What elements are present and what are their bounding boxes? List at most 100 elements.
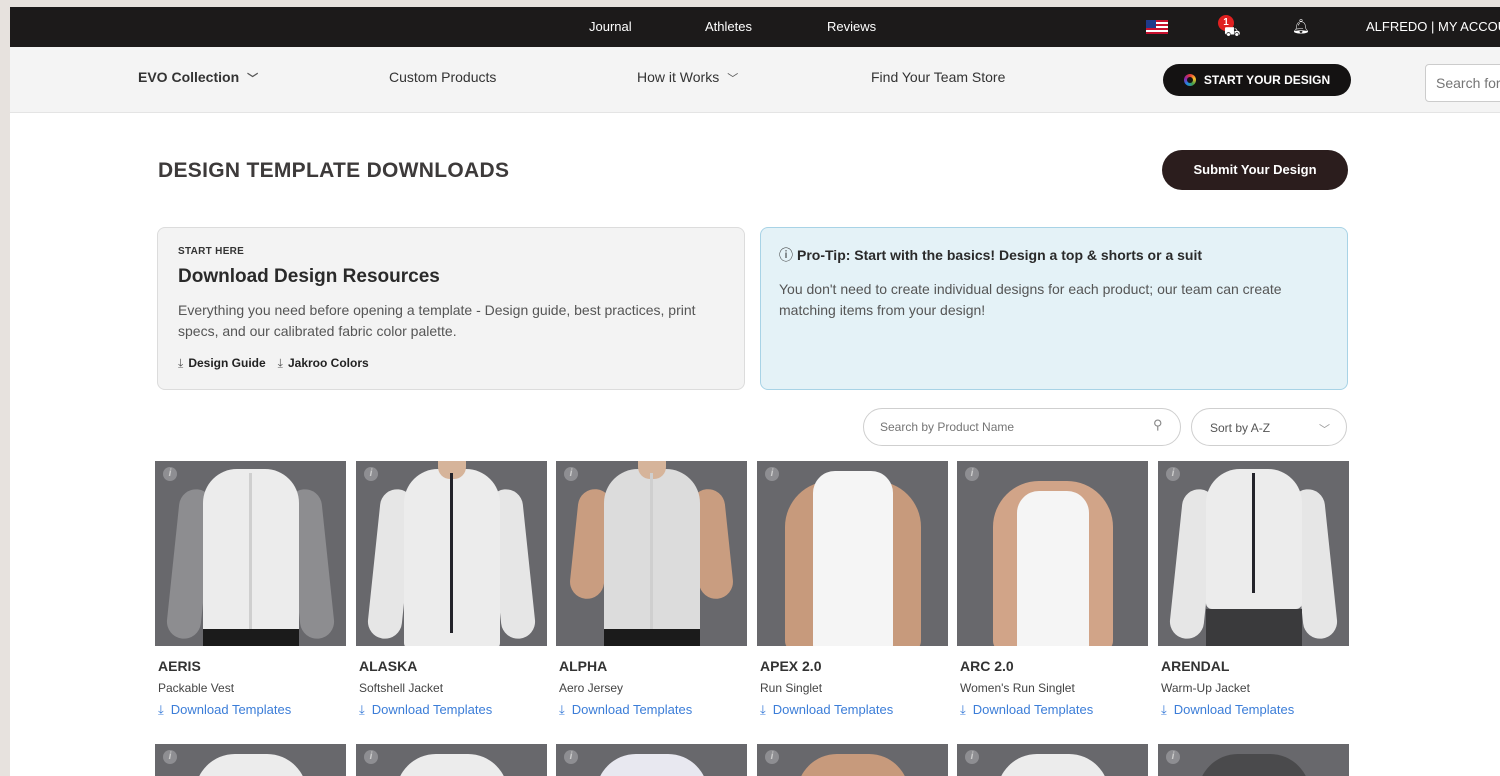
download-templates-link[interactable]: ⤓ Download Templates <box>158 702 346 718</box>
product-image[interactable]: i <box>556 461 747 646</box>
product-card[interactable]: i ALASKA Softshell Jacket ⤓ Download Temp… <box>356 461 547 718</box>
product-image[interactable]: i <box>1158 744 1349 776</box>
garment-pants-shape <box>1206 609 1302 646</box>
jakroo-colors-label: Jakroo Colors <box>287 356 369 370</box>
pro-tip-card: ⓘ Pro-Tip: Start with the basics! Design … <box>760 227 1348 390</box>
account-link[interactable]: ALFREDO | MY ACCOUNT <box>1366 19 1500 34</box>
download-icon: ⤓ <box>359 702 365 717</box>
nav-item-how-it-works[interactable]: How it Works ﹀ <box>637 69 738 86</box>
design-resources-card: START HERE Download Design Resources Eve… <box>157 227 745 390</box>
product-name: ARENDAL <box>1161 658 1230 674</box>
download-icon: ⤓ <box>158 702 164 717</box>
download-templates-link[interactable]: ⤓ Download Templates <box>1161 702 1349 718</box>
resources-kicker: START HERE <box>178 246 245 257</box>
chevron-down-icon: ﹀ <box>727 73 739 85</box>
bell-icon[interactable]: 🔔︎ <box>1292 18 1310 35</box>
download-templates-label: Download Templates <box>772 702 894 717</box>
nav-item-label: How it Works <box>637 69 720 85</box>
download-templates-label: Download Templates <box>371 702 493 717</box>
design-guide-link[interactable]: ⤓ Design Guide <box>178 356 266 371</box>
product-name: APEX 2.0 <box>760 658 822 674</box>
product-type: Softshell Jacket <box>359 681 444 695</box>
product-card[interactable]: i AERIS Packable Vest ⤓ Download Template… <box>155 461 346 718</box>
product-image[interactable]: i <box>957 744 1148 776</box>
info-icon[interactable]: i <box>564 750 578 764</box>
site-search-input[interactable] <box>1425 64 1500 102</box>
sort-select-value: Sort by A-Z <box>1210 421 1271 435</box>
info-icon[interactable]: i <box>364 750 378 764</box>
product-type: Run Singlet <box>760 681 823 695</box>
product-image[interactable]: i <box>1158 461 1349 646</box>
info-icon[interactable]: i <box>1166 750 1180 764</box>
topbar-link-journal[interactable]: Journal <box>589 19 632 34</box>
product-image[interactable]: i <box>556 744 747 776</box>
browser-viewport: Journal Athletes Reviews 1 ⛟ 🔔︎ ALFREDO … <box>0 0 1500 776</box>
nav-item-label: Custom Products <box>389 69 497 85</box>
cart-glyph-icon: ⛟ <box>1224 24 1241 39</box>
product-search-input[interactable] <box>863 408 1181 446</box>
garment-zip-shape <box>1252 473 1255 593</box>
download-templates-label: Download Templates <box>1173 702 1295 717</box>
info-icon[interactable]: i <box>564 467 578 481</box>
pro-tip-title: ⓘ Pro-Tip: Start with the basics! Design … <box>779 245 1202 265</box>
product-type: Aero Jersey <box>559 681 624 695</box>
submit-design-button[interactable]: Submit Your Design <box>1162 150 1348 190</box>
product-type: Packable Vest <box>158 681 235 695</box>
product-card[interactable]: i APEX 2.0 Run Singlet ⤓ Download Templat… <box>757 461 948 718</box>
download-templates-link[interactable]: ⤓ Download Templates <box>960 702 1148 718</box>
download-templates-label: Download Templates <box>972 702 1094 717</box>
garment-body-shape <box>396 754 508 776</box>
product-image[interactable]: i <box>957 461 1148 646</box>
download-templates-link[interactable]: ⤓ Download Templates <box>559 702 747 718</box>
search-icon[interactable]: ⚲ <box>1153 417 1163 433</box>
product-card[interactable]: i ARC 2.0 Women's Run Singlet ⤓ Download … <box>957 461 1148 718</box>
product-image[interactable]: i <box>356 461 547 646</box>
topbar-link-reviews[interactable]: Reviews <box>827 19 876 34</box>
nav-item-label: Find Your Team Store <box>871 69 1006 85</box>
download-templates-label: Download Templates <box>571 702 693 717</box>
info-icon[interactable]: i <box>163 467 177 481</box>
product-card[interactable]: i ALPHA Aero Jersey ⤓ Download Templates <box>556 461 747 718</box>
cart-icon[interactable]: 1 ⛟ <box>1218 15 1242 39</box>
topbar-link-athletes[interactable]: Athletes <box>705 19 752 34</box>
info-icon[interactable]: i <box>1166 467 1180 481</box>
product-image[interactable]: i <box>356 744 547 776</box>
us-flag-icon[interactable] <box>1146 20 1168 34</box>
sort-select[interactable]: Sort by A-Z ﹀ <box>1191 408 1347 446</box>
start-your-design-label: START YOUR DESIGN <box>1203 73 1331 87</box>
download-icon: ⤓ <box>559 702 565 717</box>
garment-body-shape <box>997 754 1109 776</box>
product-image[interactable]: i <box>757 461 948 646</box>
start-your-design-button[interactable]: START YOUR DESIGN <box>1163 64 1351 96</box>
info-icon: ⓘ <box>779 247 793 263</box>
download-icon: ⤓ <box>1161 702 1167 717</box>
download-templates-link[interactable]: ⤓ Download Templates <box>359 702 547 718</box>
info-icon[interactable]: i <box>765 467 779 481</box>
product-image[interactable]: i <box>155 744 346 776</box>
product-name: ALPHA <box>559 658 608 674</box>
info-icon[interactable]: i <box>965 467 979 481</box>
info-icon[interactable]: i <box>965 750 979 764</box>
garment-singlet-shape <box>813 471 893 646</box>
download-icon: ⤓ <box>760 702 766 717</box>
garment-shorts-shape <box>604 629 700 646</box>
nav-item-custom-products[interactable]: Custom Products <box>389 69 496 85</box>
info-icon[interactable]: i <box>364 467 378 481</box>
garment-zip-shape <box>650 473 653 633</box>
product-name: AERIS <box>158 658 201 674</box>
product-image[interactable]: i <box>155 461 346 646</box>
athlete-body-shape <box>797 754 909 776</box>
product-type: Warm-Up Jacket <box>1161 681 1250 695</box>
garment-body-shape <box>1198 754 1310 776</box>
nav-item-find-team-store[interactable]: Find Your Team Store <box>871 69 1005 85</box>
download-icon: ⤓ <box>178 356 184 370</box>
info-icon[interactable]: i <box>765 750 779 764</box>
nav-item-evo-collection[interactable]: EVO Collection ﹀ <box>138 69 258 86</box>
product-image[interactable]: i <box>757 744 948 776</box>
download-templates-link[interactable]: ⤓ Download Templates <box>760 702 948 718</box>
product-card[interactable]: i ARENDAL Warm-Up Jacket ⤓ Download Templ… <box>1158 461 1349 718</box>
info-icon[interactable]: i <box>163 750 177 764</box>
product-name: ARC 2.0 <box>960 658 1014 674</box>
chevron-down-icon: ﹀ <box>1319 424 1330 436</box>
jakroo-colors-link[interactable]: ⤓ Jakroo Colors <box>278 356 369 371</box>
